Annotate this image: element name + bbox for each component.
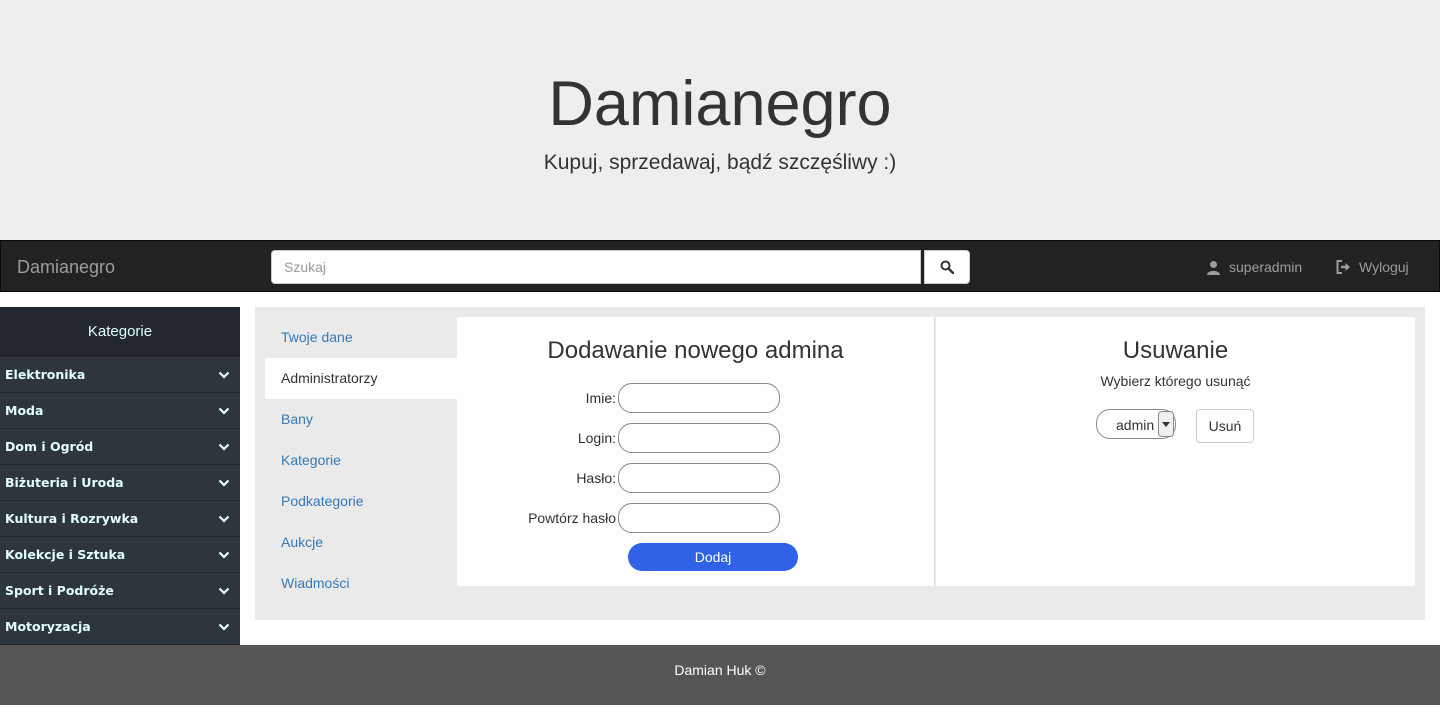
chevron-down-icon xyxy=(218,587,230,595)
search-icon xyxy=(940,260,954,274)
sidebar-item-label: Sport i Podróże xyxy=(5,583,114,598)
page-footer: Damian Huk © xyxy=(0,645,1440,705)
logout-label: Wyloguj xyxy=(1359,259,1409,275)
dropdown-arrow-icon[interactable] xyxy=(1158,411,1174,437)
tab-aukcje[interactable]: Aukcje xyxy=(265,522,457,563)
site-title: Damianegro xyxy=(548,69,892,139)
user-icon xyxy=(1207,260,1220,275)
footer-copyright: Damian Huk © xyxy=(674,662,766,678)
top-navbar: Damianegro superadmin Wyloguj xyxy=(0,240,1440,292)
sidebar-header: Kategorie xyxy=(0,307,240,357)
user-name: superadmin xyxy=(1229,259,1303,275)
name-field[interactable] xyxy=(618,383,780,413)
tab-wiadomosci[interactable]: Wiadmości xyxy=(265,563,457,604)
logout-icon xyxy=(1336,260,1350,274)
add-admin-form: Dodawanie nowego admina Imie: Login: Has… xyxy=(457,317,935,586)
login-field[interactable] xyxy=(618,423,780,453)
search-input[interactable] xyxy=(271,250,921,284)
tab-bany[interactable]: Bany xyxy=(265,399,457,440)
sidebar-item-kolekcje-i-sztuka[interactable]: Kolekcje i Sztuka xyxy=(0,537,240,573)
sidebar-item-label: Motoryzacja xyxy=(5,619,91,634)
admin-panel: Twoje dane Administratorzy Bany Kategori… xyxy=(255,307,1425,620)
tab-podkategorie[interactable]: Podkategorie xyxy=(265,481,457,522)
sidebar-item-label: Biżuteria i Uroda xyxy=(5,475,124,490)
add-admin-title: Dodawanie nowego admina xyxy=(547,337,844,364)
name-row: Imie: xyxy=(457,383,934,413)
repeat-password-row: Powtórz hasło xyxy=(457,503,934,533)
repeat-password-label: Powtórz hasło xyxy=(528,510,616,526)
chevron-down-icon xyxy=(218,443,230,451)
tab-twoje-dane[interactable]: Twoje dane xyxy=(265,317,457,358)
sidebar-item-label: Dom i Ogród xyxy=(5,439,94,454)
sidebar-item-elektronika[interactable]: Elektronika xyxy=(0,357,240,393)
remove-admin-title: Usuwanie xyxy=(1122,337,1229,364)
chevron-down-icon xyxy=(218,407,230,415)
category-sidebar: Kategorie Elektronika Moda Dom i Ogród B… xyxy=(0,307,240,645)
logout-link[interactable]: Wyloguj xyxy=(1336,258,1409,276)
add-admin-button[interactable]: Dodaj xyxy=(628,543,798,571)
remove-admin-form: Usuwanie Wybierz którego usunąć admin Us… xyxy=(936,317,1415,586)
site-tagline: Kupuj, sprzedawaj, bądź szczęśliwy :) xyxy=(543,151,897,174)
chevron-down-icon xyxy=(218,551,230,559)
admin-select[interactable]: admin xyxy=(1096,409,1176,439)
password-field[interactable] xyxy=(618,463,780,493)
sidebar-item-motoryzacja[interactable]: Motoryzacja xyxy=(0,609,240,645)
sidebar-item-label: Kultura i Rozrywka xyxy=(5,511,139,526)
chevron-down-icon xyxy=(218,479,230,487)
tab-kategorie[interactable]: Kategorie xyxy=(265,440,457,481)
sidebar-item-label: Elektronika xyxy=(5,367,86,382)
sidebar-item-label: Moda xyxy=(5,403,44,418)
sidebar-item-dom-i-ogrod[interactable]: Dom i Ogród xyxy=(0,429,240,465)
delete-admin-button[interactable]: Usuń xyxy=(1196,409,1254,443)
sidebar-item-moda[interactable]: Moda xyxy=(0,393,240,429)
navbar-brand[interactable]: Damianegro xyxy=(17,257,115,277)
login-label: Login: xyxy=(577,430,616,446)
chevron-down-icon xyxy=(218,371,230,379)
password-label: Hasło: xyxy=(576,470,616,486)
search-button[interactable] xyxy=(924,250,970,284)
hero-banner: Damianegro Kupuj, sprzedawaj, bądź szczę… xyxy=(0,0,1440,240)
password-row: Hasło: xyxy=(457,463,934,493)
tab-administratorzy[interactable]: Administratorzy xyxy=(265,358,457,399)
admin-select-value: admin xyxy=(1116,417,1155,433)
sidebar-item-bizuteria-i-uroda[interactable]: Biżuteria i Uroda xyxy=(0,465,240,501)
sidebar-item-sport-i-podroze[interactable]: Sport i Podróże xyxy=(0,573,240,609)
chevron-down-icon xyxy=(218,623,230,631)
name-label: Imie: xyxy=(585,390,616,406)
remove-instruction: Wybierz którego usunąć xyxy=(1100,373,1251,389)
user-profile-link[interactable]: superadmin xyxy=(1206,258,1302,276)
sidebar-item-kultura-i-rozrywka[interactable]: Kultura i Rozrywka xyxy=(0,501,240,537)
chevron-down-icon xyxy=(218,515,230,523)
repeat-password-field[interactable] xyxy=(618,503,780,533)
login-row: Login: xyxy=(457,423,934,453)
admin-tabs: Twoje dane Administratorzy Bany Kategori… xyxy=(265,317,457,604)
sidebar-item-label: Kolekcje i Sztuka xyxy=(5,547,126,562)
